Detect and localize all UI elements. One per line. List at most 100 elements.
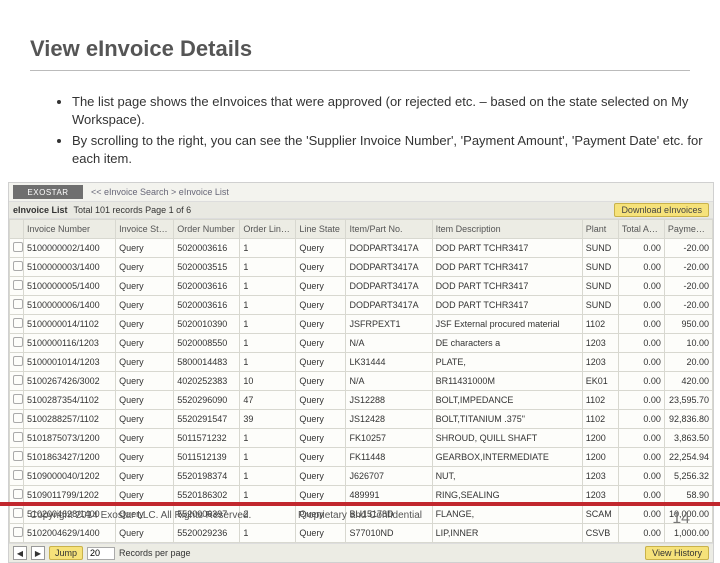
cell-line-state: Query (296, 296, 346, 315)
cell-plant: SUND (582, 239, 618, 258)
cell-total: 0.00 (618, 410, 664, 429)
col-item-desc[interactable]: Item Description (432, 220, 582, 239)
cell-order-number: 5020008550 (174, 334, 240, 353)
cell-invoice-number: 5100001014/1203 (24, 353, 116, 372)
row-expand-icon[interactable] (10, 277, 24, 296)
cell-invoice-state: Query (116, 296, 174, 315)
pager-size-input[interactable] (87, 547, 115, 560)
table-row[interactable]: 5101863427/1200Query50115121391QueryFK11… (10, 448, 713, 467)
row-expand-icon[interactable] (10, 239, 24, 258)
table-row[interactable]: 5101875073/1200Query50115712321QueryFK10… (10, 429, 713, 448)
row-expand-icon[interactable] (10, 315, 24, 334)
cell-order-line-id: 1 (240, 296, 296, 315)
cell-item: JS12288 (346, 391, 432, 410)
app-topbar: EXOSTAR << eInvoice Search > eInvoice Li… (9, 183, 713, 202)
table-row[interactable]: 5100287354/1102Query552029609047QueryJS1… (10, 391, 713, 410)
title-rule (30, 70, 690, 71)
cell-total: 0.00 (618, 258, 664, 277)
table-row[interactable]: 5109000040/1202Query55201983741QueryJ626… (10, 467, 713, 486)
cell-invoice-number: 5100000003/1400 (24, 258, 116, 277)
col-item-part[interactable]: Item/Part No. (346, 220, 432, 239)
cell-total: 0.00 (618, 296, 664, 315)
cell-order-number: 5800014483 (174, 353, 240, 372)
row-expand-icon[interactable] (10, 467, 24, 486)
cell-invoice-state: Query (116, 410, 174, 429)
table-row[interactable]: 5100000003/1400Query50200035151QueryDODP… (10, 258, 713, 277)
table-row[interactable]: 5100000002/1400Query50200036161QueryDODP… (10, 239, 713, 258)
table-row[interactable]: 5100000005/1400Query50200036161QueryDODP… (10, 277, 713, 296)
cell-payment: 10.00 (664, 334, 712, 353)
pager-prev-button[interactable]: ◀ (13, 546, 27, 560)
table-row[interactable]: 5100288257/1102Query552029154739QueryJS1… (10, 410, 713, 429)
col-order-number[interactable]: Order Number (174, 220, 240, 239)
col-plant[interactable]: Plant (582, 220, 618, 239)
cell-order-line-id: 1 (240, 315, 296, 334)
row-expand-icon[interactable] (10, 429, 24, 448)
view-history-button[interactable]: View History (645, 546, 709, 560)
table-row[interactable]: 5100001014/1203Query58000144831QueryLK31… (10, 353, 713, 372)
cell-total: 0.00 (618, 372, 664, 391)
col-line-state[interactable]: Line State (296, 220, 346, 239)
cell-order-line-id: 47 (240, 391, 296, 410)
row-expand-icon[interactable] (10, 410, 24, 429)
col-invoice-number[interactable]: Invoice Number (24, 220, 116, 239)
cell-order-number: 5020003616 (174, 296, 240, 315)
cell-order-line-id: 1 (240, 353, 296, 372)
cell-plant: 1200 (582, 429, 618, 448)
cell-order-line-id: 1 (240, 277, 296, 296)
table-row[interactable]: 5100000116/1203Query50200085501QueryN/AD… (10, 334, 713, 353)
table-row[interactable]: 5100000014/1102Query50200103901QueryJSFR… (10, 315, 713, 334)
col-total-amount[interactable]: Total Amount (618, 220, 664, 239)
table-row[interactable]: 5100000006/1400Query50200036161QueryDODP… (10, 296, 713, 315)
cell-desc: GEARBOX,INTERMEDIATE (432, 448, 582, 467)
cell-payment: 3,863.50 (664, 429, 712, 448)
cell-desc: DOD PART TCHR3417 (432, 239, 582, 258)
cell-order-number: 5020003515 (174, 258, 240, 277)
row-expand-icon[interactable] (10, 505, 24, 524)
bullet-item: The list page shows the eInvoices that w… (72, 93, 720, 128)
cell-invoice-state: Query (116, 277, 174, 296)
cell-line-state: Query (296, 391, 346, 410)
col-invoice-state[interactable]: Invoice State (116, 220, 174, 239)
row-expand-icon[interactable] (10, 448, 24, 467)
cell-desc: DOD PART TCHR3417 (432, 296, 582, 315)
list-title: eInvoice List (13, 205, 68, 215)
cell-plant: EK01 (582, 372, 618, 391)
row-expand-icon[interactable] (10, 258, 24, 277)
download-einvoices-button[interactable]: Download eInvoices (614, 203, 709, 217)
cell-plant: 1203 (582, 334, 618, 353)
pager-jump-button[interactable]: Jump (49, 546, 83, 560)
col-expand (10, 220, 24, 239)
cell-payment: -20.00 (664, 239, 712, 258)
cell-order-number: 5020010390 (174, 315, 240, 334)
cell-line-state: Query (296, 410, 346, 429)
table-row[interactable]: 5100267426/3002Query402025238310QueryN/A… (10, 372, 713, 391)
cell-line-state: Query (296, 334, 346, 353)
footer-copyright: Copyright 2014 Exostar LLC. All Rights R… (30, 510, 251, 528)
cell-invoice-state: Query (116, 239, 174, 258)
cell-total: 0.00 (618, 429, 664, 448)
row-expand-icon[interactable] (10, 353, 24, 372)
row-expand-icon[interactable] (10, 296, 24, 315)
cell-line-state: Query (296, 239, 346, 258)
cell-order-line-id: 1 (240, 448, 296, 467)
cell-invoice-state: Query (116, 448, 174, 467)
col-order-line-id[interactable]: Order Line ID (240, 220, 296, 239)
cell-invoice-state: Query (116, 429, 174, 448)
cell-invoice-number: 5100000002/1400 (24, 239, 116, 258)
cell-total: 0.00 (618, 353, 664, 372)
pager-next-button[interactable]: ▶ (31, 546, 45, 560)
cell-order-line-id: 1 (240, 429, 296, 448)
row-expand-icon[interactable] (10, 334, 24, 353)
breadcrumb[interactable]: << eInvoice Search > eInvoice List (91, 187, 229, 197)
row-expand-icon[interactable] (10, 372, 24, 391)
cell-invoice-number: 5100287354/1102 (24, 391, 116, 410)
cell-invoice-number: 5100288257/1102 (24, 410, 116, 429)
cell-desc: BOLT,TITANIUM .375" (432, 410, 582, 429)
cell-order-line-id: 1 (240, 467, 296, 486)
cell-line-state: Query (296, 315, 346, 334)
cell-invoice-state: Query (116, 391, 174, 410)
cell-order-line-id: 1 (240, 334, 296, 353)
row-expand-icon[interactable] (10, 391, 24, 410)
col-payment-amt[interactable]: Payment Amt (664, 220, 712, 239)
